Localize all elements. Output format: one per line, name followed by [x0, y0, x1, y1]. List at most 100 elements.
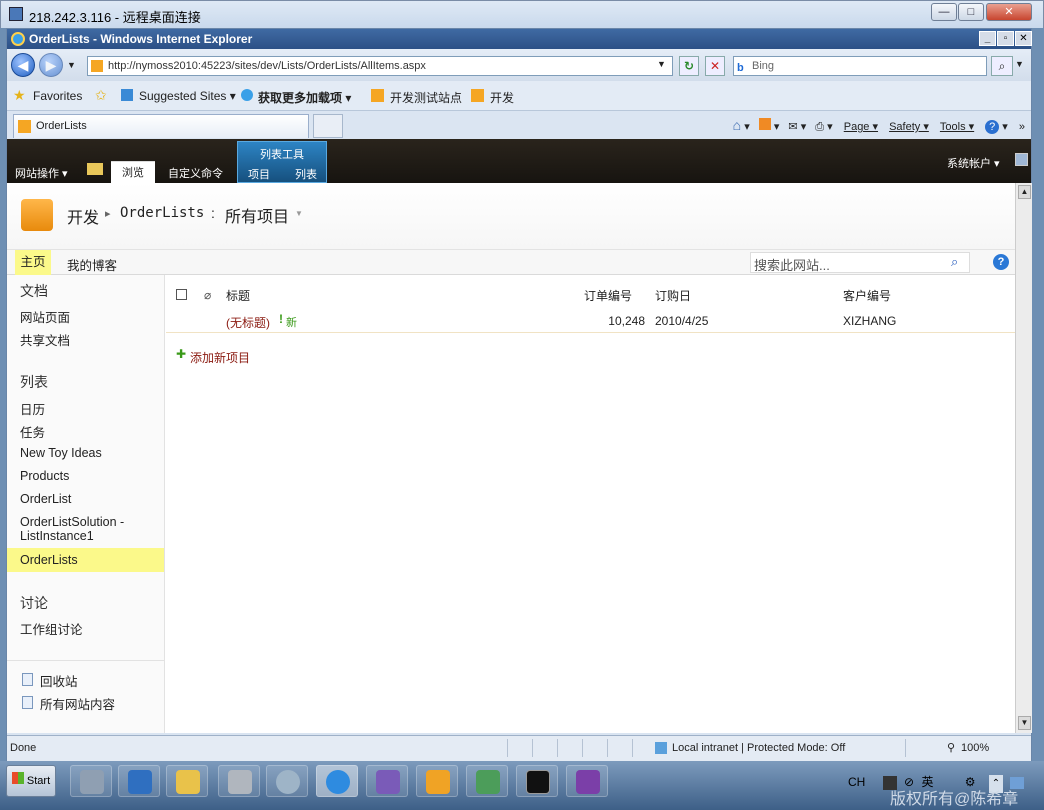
scroll-down-arrow[interactable]: ▼ — [1018, 716, 1031, 730]
ql-heading-docs[interactable]: 文档 — [20, 281, 48, 301]
start-button[interactable]: Start — [6, 765, 56, 797]
add-favorite-icon[interactable]: ✩ — [95, 87, 107, 104]
ql-item-orderlists-selected[interactable]: OrderLists — [7, 548, 164, 572]
gear-icon — [276, 770, 300, 794]
get-addons-link[interactable]: 获取更多加载项 ▾ — [258, 89, 351, 106]
favorites-button[interactable]: Favorites — [33, 89, 82, 103]
page-menu[interactable]: Page ▾ — [844, 121, 878, 133]
col-header-order-no[interactable]: 订单编号 — [584, 287, 632, 304]
nav-home[interactable]: 主页 — [15, 250, 51, 275]
breadcrumb-site[interactable]: 开发 — [67, 204, 99, 228]
ql-item-team-discussion[interactable]: 工作组讨论 — [20, 619, 83, 638]
ql-item-orderlist[interactable]: OrderList — [20, 492, 71, 506]
site-search-input[interactable]: 搜索此网站... ⌕ — [750, 252, 970, 273]
tools-menu[interactable]: Tools ▾ — [940, 121, 974, 133]
watermark: 版权所有@陈希章 — [890, 791, 1019, 808]
ql-heading-lists[interactable]: 列表 — [20, 372, 48, 392]
col-header-customer[interactable]: 客户编号 — [843, 287, 891, 304]
settings-button[interactable] — [266, 765, 308, 797]
col-header-title[interactable]: 标题 — [226, 287, 250, 304]
admin-tools-button[interactable] — [218, 765, 260, 797]
table-row[interactable]: (无标题) ! 新 10,248 2010/4/25 XIZHANG — [166, 305, 1015, 333]
scroll-up-arrow[interactable]: ▲ — [1018, 185, 1031, 199]
help-icon[interactable]: ? — [985, 120, 1000, 134]
zoom-level[interactable]: 100% — [961, 742, 989, 754]
new-tab-button[interactable] — [313, 114, 343, 138]
ie-logo-icon — [11, 32, 25, 46]
tab-orderlists[interactable]: OrderLists — [13, 114, 309, 138]
ql-item-calendar[interactable]: 日历 — [20, 399, 45, 418]
ql-item-products[interactable]: Products — [20, 469, 69, 483]
ql-item-orderlistsolution[interactable]: OrderListSolution - — [20, 515, 124, 529]
ql-heading-discussions[interactable]: 讨论 — [20, 593, 48, 613]
suggested-sites-icon — [121, 89, 133, 101]
refresh-icon[interactable]: ↻ — [679, 56, 699, 76]
powershell-button[interactable] — [118, 765, 160, 797]
search-options-icon[interactable]: ▼ — [1015, 59, 1024, 69]
ql-item-site-pages[interactable]: 网站页面 — [20, 307, 70, 326]
address-dropdown-icon[interactable]: ▼ — [657, 59, 666, 69]
ie-restore-button[interactable]: ▫ — [997, 31, 1014, 46]
quick-launch: 文档 网站页面 共享文档 列表 日历 任务 New Toy Ideas Prod… — [7, 275, 165, 733]
breadcrumb-view[interactable]: 所有项目 — [225, 203, 289, 227]
history-dropdown-icon[interactable]: ▼ — [67, 60, 76, 70]
sharepoint-designer-button[interactable] — [466, 765, 508, 797]
explorer-button[interactable] — [166, 765, 208, 797]
stop-icon[interactable]: ✕ — [705, 56, 725, 76]
close-button[interactable]: ✕ — [986, 3, 1032, 21]
ql-recycle-bin[interactable]: 回收站 — [40, 671, 78, 690]
feeds-icon[interactable] — [758, 118, 771, 130]
ql-all-site-content[interactable]: 所有网站内容 — [40, 694, 115, 713]
site-actions-menu[interactable]: 网站操作 ▾ — [15, 165, 68, 181]
suggested-sites-link[interactable]: Suggested Sites ▾ — [139, 89, 236, 103]
back-button[interactable]: ◀ — [11, 53, 35, 77]
ie-minimize-button[interactable]: _ — [979, 31, 996, 46]
ie-taskbar-button[interactable] — [316, 765, 358, 797]
breadcrumb-list[interactable]: OrderLists — [120, 205, 204, 221]
tools-app-button[interactable] — [416, 765, 458, 797]
ie-close-button[interactable]: ✕ — [1015, 31, 1032, 46]
col-header-order-date[interactable]: 订购日 — [655, 287, 691, 304]
add-new-item-link[interactable]: 添加新项目 — [190, 349, 250, 366]
nav-blog[interactable]: 我的博客 — [67, 255, 117, 274]
ql-item-orderlistsolution-cont[interactable]: ListInstance1 — [20, 529, 94, 543]
home-icon[interactable]: ⌂ — [733, 117, 741, 133]
row-title-link[interactable]: (无标题) — [226, 314, 270, 331]
minimize-button[interactable]: — — [931, 3, 957, 21]
language-indicator[interactable]: CH — [848, 775, 865, 789]
search-box[interactable]: b Bing — [733, 56, 987, 76]
user-menu[interactable]: 系统帐户 ▾ — [947, 155, 1000, 171]
forward-button[interactable]: ▶ — [39, 53, 63, 77]
attachment-icon: ⌀ — [204, 288, 212, 302]
select-all-checkbox[interactable] — [176, 289, 187, 300]
view-dropdown-icon[interactable]: ▼ — [295, 209, 303, 218]
print-icon[interactable]: ⎙ — [815, 121, 824, 133]
navigate-up-icon[interactable] — [87, 163, 103, 175]
fav-dev-test-link[interactable]: 开发测试站点 — [390, 89, 462, 106]
vertical-scrollbar[interactable]: ▲ ▼ — [1015, 183, 1032, 733]
ql-item-new-toy-ideas[interactable]: New Toy Ideas — [20, 446, 102, 460]
maximize-button[interactable]: □ — [958, 3, 984, 21]
mail-icon[interactable]: ✉ — [788, 121, 797, 133]
cmd-button[interactable] — [516, 765, 558, 797]
ql-item-shared-docs[interactable]: 共享文档 — [20, 330, 70, 349]
fav-dev-link[interactable]: 开发 — [490, 89, 514, 106]
tab-list[interactable]: 列表 — [295, 166, 317, 182]
safety-menu[interactable]: Safety ▾ — [889, 121, 929, 133]
ql-item-tasks[interactable]: 任务 — [20, 422, 45, 441]
zoom-icon[interactable]: ⚲ — [947, 741, 955, 754]
sp-help-icon[interactable]: ? — [993, 254, 1009, 270]
server-manager-button[interactable] — [70, 765, 112, 797]
onenote-button[interactable] — [566, 765, 608, 797]
zone-text[interactable]: Local intranet | Protected Mode: Off — [672, 742, 845, 754]
tab-items[interactable]: 项目 — [248, 166, 270, 182]
more-commands-icon[interactable]: » — [1019, 121, 1025, 133]
search-icon[interactable]: ⌕ — [991, 56, 1013, 76]
row-order-no: 10,248 — [608, 314, 645, 328]
tab-browse[interactable]: 浏览 — [111, 161, 155, 183]
visual-studio-button[interactable] — [366, 765, 408, 797]
address-input[interactable]: http://nymoss2010:45223/sites/dev/Lists/… — [87, 56, 673, 76]
sp-ribbon: 网站操作 ▾ 浏览 自定义命令 列表工具 项目 列表 系统帐户 ▾ — [7, 139, 1031, 183]
site-search-icon[interactable]: ⌕ — [951, 254, 958, 270]
tab-custom-commands[interactable]: 自定义命令 — [168, 165, 223, 181]
